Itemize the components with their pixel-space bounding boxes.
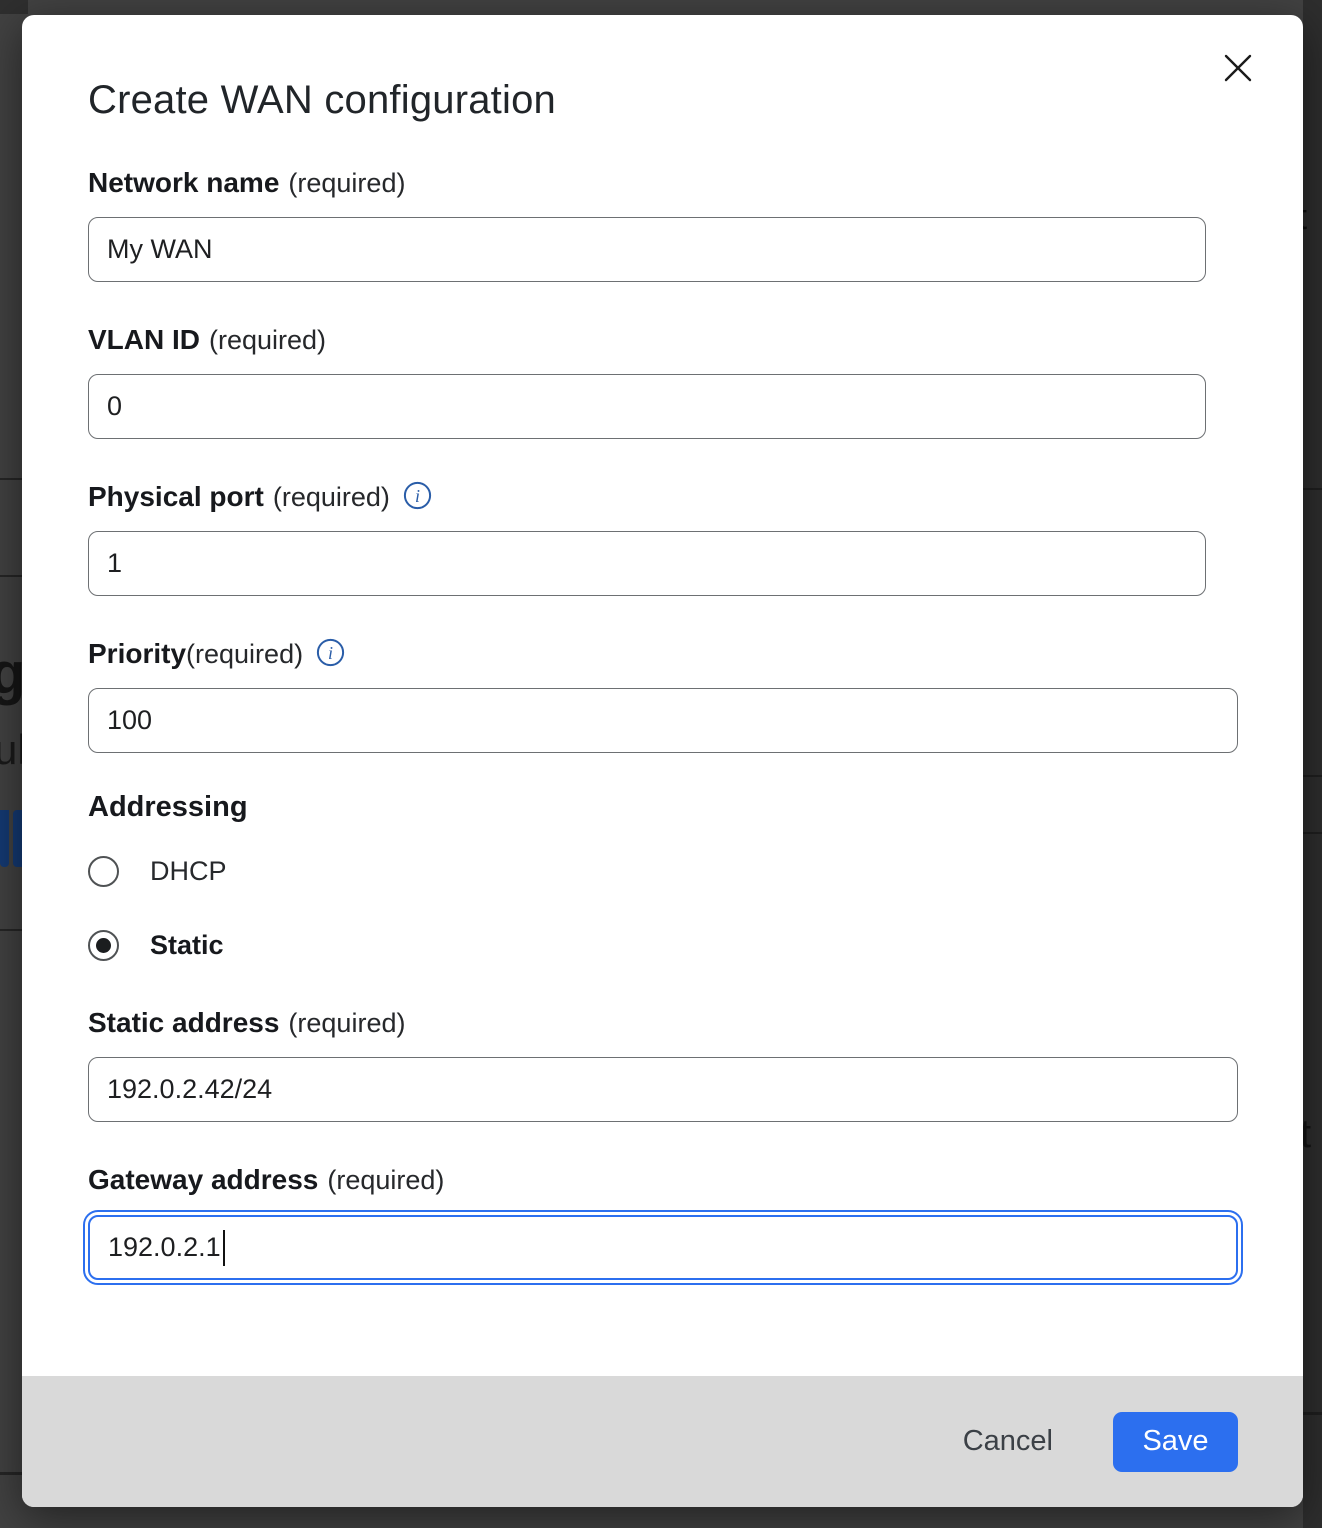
info-icon: i: [316, 638, 345, 670]
background-divider: [0, 478, 24, 480]
text-caret: [223, 1230, 226, 1266]
static-address-label: Static address (required): [88, 1006, 405, 1040]
create-wan-configuration-dialog: Create WAN configuration Network name (r…: [22, 15, 1303, 1507]
addressing-option-dhcp[interactable]: DHCP: [88, 854, 227, 888]
radio-selected-icon[interactable]: [88, 930, 119, 961]
background-divider: [1303, 775, 1322, 777]
gateway-address-input[interactable]: 192.0.2.1: [88, 1215, 1238, 1280]
addressing-heading: Addressing: [88, 791, 248, 824]
svg-text:i: i: [328, 643, 333, 663]
network-name-label: Network name (required): [88, 166, 405, 200]
vlan-id-label: VLAN ID (required): [88, 323, 326, 357]
background-divider: [1303, 488, 1322, 490]
background-divider: [0, 575, 24, 577]
physical-port-input[interactable]: [88, 531, 1206, 596]
addressing-option-static[interactable]: Static: [88, 928, 224, 962]
priority-label: Priority (required) i: [88, 637, 345, 671]
info-icon: i: [403, 481, 432, 513]
physical-port-label: Physical port (required) i: [88, 480, 432, 514]
vlan-id-input[interactable]: [88, 374, 1206, 439]
dialog-title: Create WAN configuration: [88, 78, 556, 123]
static-address-input[interactable]: [88, 1057, 1238, 1122]
radio-unselected-icon[interactable]: [88, 856, 119, 887]
network-name-input[interactable]: [88, 217, 1206, 282]
background-divider: [0, 1472, 24, 1475]
save-button[interactable]: Save: [1113, 1412, 1238, 1472]
physical-port-info-button[interactable]: i: [403, 483, 432, 512]
cancel-button[interactable]: Cancel: [953, 1419, 1063, 1464]
dialog-footer: Cancel Save: [22, 1376, 1303, 1507]
gateway-address-label: Gateway address (required): [88, 1163, 444, 1197]
priority-info-button[interactable]: i: [316, 640, 345, 669]
close-button[interactable]: [1215, 45, 1261, 91]
background-divider: [1303, 832, 1322, 834]
background-divider: [1303, 1412, 1322, 1415]
priority-input[interactable]: [88, 688, 1238, 753]
gateway-address-value: 192.0.2.1: [108, 1232, 221, 1263]
background-header-fragment: [0, 0, 28, 14]
background-button-fragment: [0, 810, 9, 867]
svg-text:i: i: [415, 486, 420, 506]
close-icon: [1223, 53, 1253, 83]
